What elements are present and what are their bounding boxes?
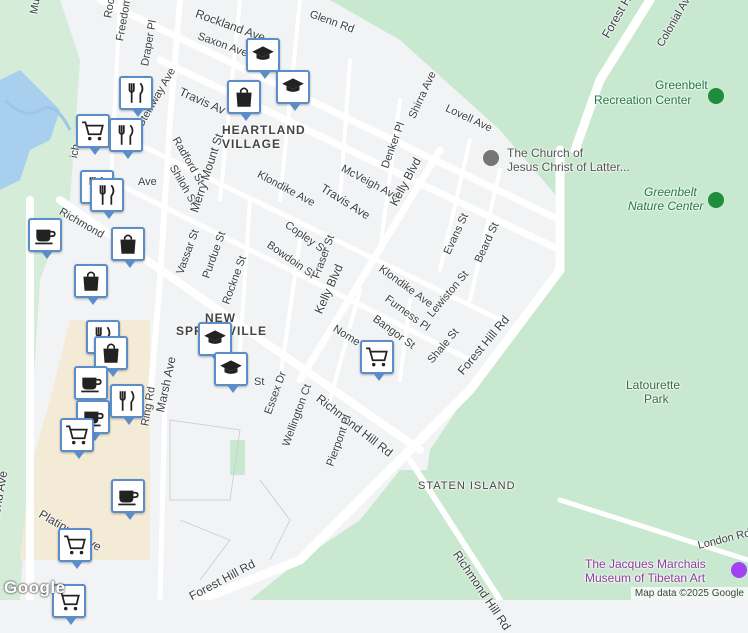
place-label[interactable]: The Jacques Marchais (585, 557, 706, 571)
shopping-bag-icon (103, 343, 119, 363)
cafe-pin[interactable] (28, 218, 62, 259)
restaurant-pin[interactable] (110, 384, 144, 425)
school-pin[interactable] (198, 322, 232, 363)
area-label: HEARTLAND (222, 123, 306, 137)
shopping-cart-pin[interactable] (76, 114, 110, 155)
shopping-cart-icon (366, 347, 388, 367)
street-label: Ave (138, 176, 157, 188)
restaurant-pin[interactable] (90, 178, 124, 219)
shopping-cart-pin[interactable] (360, 340, 394, 381)
place-label[interactable]: Latourette (626, 378, 680, 392)
restaurant-pin[interactable] (109, 118, 143, 159)
shopping-bag-pin[interactable] (111, 227, 145, 268)
place-label[interactable]: Greenbelt (655, 78, 708, 92)
area-label: STATEN ISLAND (418, 480, 516, 492)
shopping-cart-icon (82, 121, 104, 141)
cafe-pin[interactable] (74, 366, 108, 407)
restaurant-icon (118, 124, 134, 145)
school-pin[interactable] (214, 352, 248, 393)
google-logo: Google (4, 578, 66, 597)
school-pin[interactable] (276, 70, 310, 111)
area-label: VILLAGE (222, 137, 282, 151)
place-label[interactable]: Recreation Center (594, 93, 691, 107)
greenbelt-rec-dot (708, 88, 724, 104)
cafe-icon (118, 490, 139, 506)
shopping-bag-icon (120, 234, 136, 254)
cafe-icon (35, 229, 56, 245)
restaurant-icon (128, 82, 144, 103)
place-label[interactable]: Jesus Christ of Latter... (507, 160, 630, 174)
cafe-icon (81, 377, 102, 393)
cafe-pin[interactable] (111, 479, 145, 520)
shopping-bag-pin[interactable] (74, 264, 108, 305)
place-label[interactable]: The Church of (507, 146, 583, 160)
place-label[interactable]: Nature Center (628, 199, 703, 213)
shopping-cart-icon (66, 425, 88, 445)
place-label[interactable]: Museum of Tibetan Art (585, 571, 705, 585)
street-label: St (254, 376, 265, 388)
school-icon (204, 330, 226, 344)
school-pin[interactable] (246, 38, 280, 79)
place-label[interactable]: Park (644, 392, 669, 406)
map-attribution[interactable]: Map data ©2025 Google (630, 587, 748, 600)
shopping-bag-icon (236, 87, 252, 107)
shopping-cart-icon (64, 535, 86, 555)
museum-dot (731, 562, 747, 578)
school-icon (220, 360, 242, 374)
shopping-cart-pin[interactable] (58, 528, 92, 569)
school-icon (282, 78, 304, 92)
nature-center-dot (708, 192, 724, 208)
place-label[interactable]: Greenbelt (644, 185, 697, 199)
shopping-bag-pin[interactable] (227, 80, 261, 121)
restaurant-icon (119, 390, 135, 411)
shopping-bag-pin[interactable] (94, 336, 128, 377)
restaurant-icon (99, 184, 115, 205)
school-icon (252, 46, 274, 60)
shopping-cart-pin[interactable] (60, 418, 94, 459)
shopping-bag-icon (83, 271, 99, 291)
church-dot (483, 150, 499, 166)
restaurant-pin[interactable] (119, 76, 153, 117)
